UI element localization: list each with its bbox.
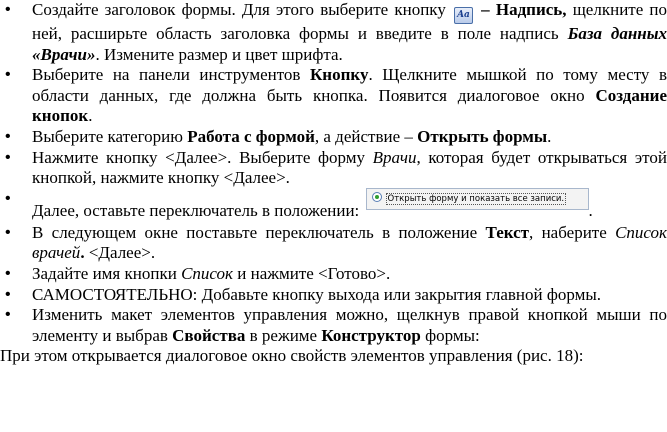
radio-option-label: Открыть форму и показать все записи. — [385, 192, 567, 205]
item-text: формы: — [425, 325, 480, 345]
list-item: Изменить макет элементов управления можн… — [0, 305, 667, 346]
item-bold: Свойства — [172, 325, 246, 345]
item-text: Далее, оставьте переключатель в положени… — [32, 200, 360, 220]
item-bold: Открыть формы — [417, 126, 548, 146]
item-text: . — [88, 106, 93, 126]
item-text: Нажмите кнопку <Далее>. Выберите форму — [32, 147, 366, 167]
item-bold: Текст — [485, 222, 530, 242]
item-italic: Список — [181, 263, 233, 283]
item-text: . Измените размер и цвет шрифта. — [95, 44, 343, 64]
final-paragraph: При этом открывается диалоговое окно сво… — [0, 346, 584, 366]
item-text: и нажмите <Готово>. — [237, 263, 391, 283]
item-text: . — [547, 126, 552, 146]
item-text: , наберите — [529, 222, 607, 242]
item-text: Выберите категорию — [32, 126, 183, 146]
list-item: Задайте имя кнопки Список и нажмите <Гот… — [0, 264, 667, 285]
item-bold: Конструктор — [321, 325, 421, 345]
list-item: Выберите на панели инструментов Кнопку. … — [0, 65, 667, 127]
list-item: Выберите категорию Работа с формой, а де… — [0, 127, 667, 148]
caption-label-icon: Aa — [454, 7, 473, 24]
item-text: <Далее>. — [84, 243, 156, 263]
item-text: Создайте заголовок формы. Для этого выбе… — [32, 0, 446, 19]
document-page: Создайте заголовок формы. Для этого выбе… — [0, 0, 667, 432]
radio-option-screenshot: Открыть форму и показать все записи. — [365, 187, 589, 210]
list-item: Далее, оставьте переключатель в положени… — [0, 187, 667, 223]
item-text: САМОСТОЯТЕЛЬНО: Добавьте кнопку выхода и… — [32, 284, 602, 304]
item-text: – — [481, 0, 490, 19]
item-text: . — [588, 200, 593, 220]
item-text: , а действие – — [314, 126, 413, 146]
list-item: В следующем окне поставьте переключатель… — [0, 223, 667, 264]
list-item: САМОСТОЯТЕЛЬНО: Добавьте кнопку выхода и… — [0, 285, 667, 306]
item-bold: Работа с формой — [187, 126, 315, 146]
item-bold: Кнопку — [309, 65, 369, 85]
item-bold: Надпись, — [495, 0, 567, 19]
item-italic: Врачи — [372, 147, 417, 167]
item-text: Выберите на панели инструментов — [32, 65, 301, 85]
list-item: Создайте заголовок формы. Для этого выбе… — [0, 0, 667, 65]
item-text: в режиме — [249, 325, 318, 345]
list-item: Нажмите кнопку <Далее>. Выберите форму В… — [0, 148, 667, 189]
item-text: В следующем окне поставьте переключатель… — [32, 222, 478, 242]
instruction-list: Создайте заголовок формы. Для этого выбе… — [0, 0, 667, 346]
item-text: Задайте имя кнопки — [32, 263, 177, 283]
radio-button-icon — [371, 191, 382, 202]
